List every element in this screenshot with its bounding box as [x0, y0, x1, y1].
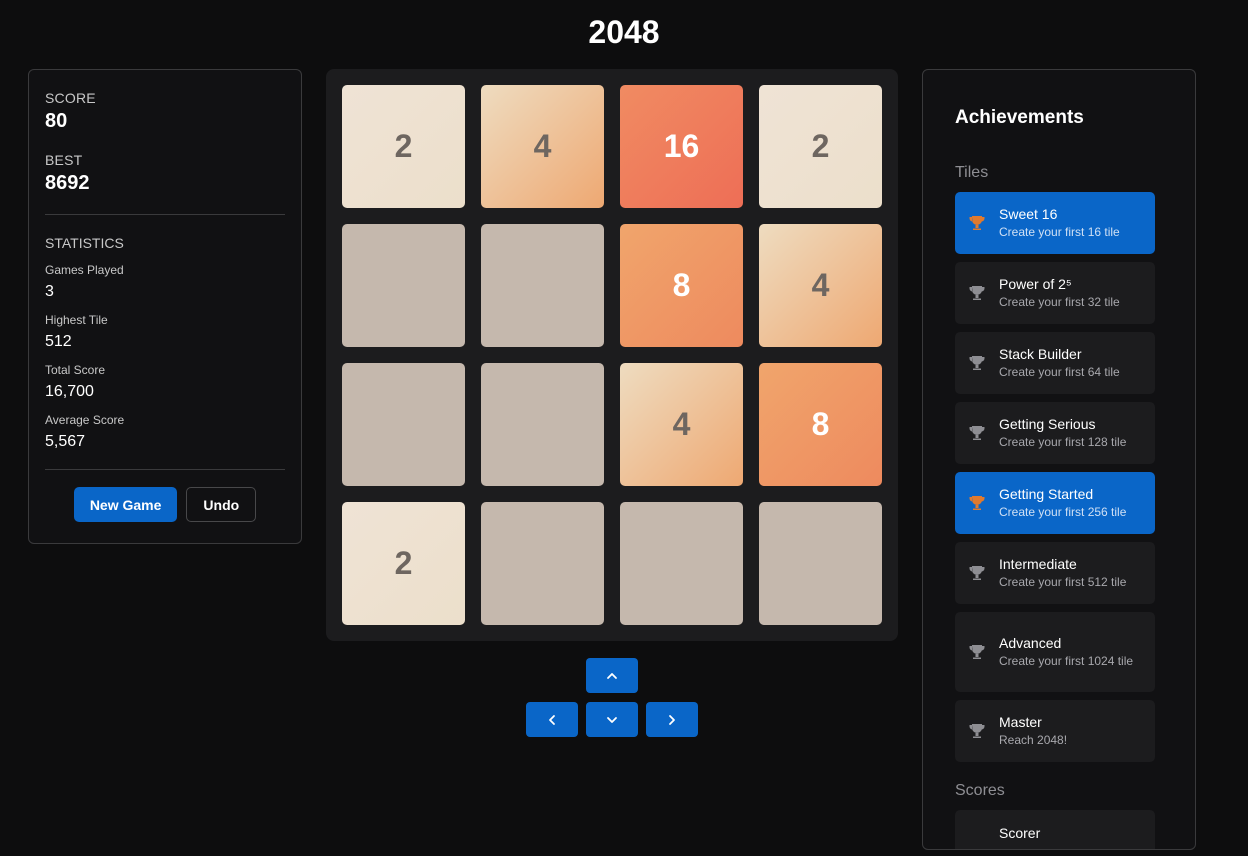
new-game-button[interactable]: New Game: [73, 487, 178, 522]
tile-4: 4: [759, 224, 882, 347]
achievements-panel[interactable]: Achievements Tiles Sweet 16 Create your …: [922, 69, 1196, 850]
tile-2: 2: [759, 85, 882, 208]
tile-16: 16: [620, 85, 743, 208]
tile-4: 4: [481, 85, 604, 208]
empty-tile: [342, 224, 465, 347]
trophy-icon: [969, 426, 985, 440]
achievement-desc: Create your first 64 tile: [999, 365, 1120, 379]
stat-value: 512: [45, 333, 72, 350]
chevron-left-icon: [549, 714, 555, 725]
move-right-button[interactable]: [646, 702, 698, 737]
achievement-desc: Reach 2048!: [999, 733, 1068, 747]
achievement-desc: Create your first 32 tile: [999, 295, 1120, 309]
achievement-desc: Create your first 16 tile: [999, 225, 1120, 239]
undo-button[interactable]: Undo: [186, 487, 257, 522]
trophy-icon: [969, 216, 985, 230]
achievement-desc: Create your first 256 tile: [999, 505, 1127, 519]
trophy-icon: [969, 645, 985, 659]
achievement-card[interactable]: Getting Serious Create your first 128 ti…: [955, 402, 1155, 464]
divider: [45, 469, 285, 470]
chevron-down-icon: [607, 716, 617, 723]
achievement-card[interactable]: Intermediate Create your first 512 tile: [955, 542, 1155, 604]
achievement-desc: Create your first 1024 tile: [999, 654, 1134, 668]
achievement-name: Getting Serious: [999, 416, 1096, 432]
stat-average-score: Average Score 5,567: [45, 413, 285, 451]
achievement-desc: Create your first 128 tile: [999, 435, 1127, 449]
move-down-button[interactable]: [586, 702, 638, 737]
trophy-icon: [969, 724, 985, 738]
achievement-name: Master: [999, 714, 1042, 730]
score-label: SCORE: [45, 90, 96, 106]
score-block: SCORE 80: [45, 90, 285, 133]
achievement-card[interactable]: Sweet 16 Create your first 16 tile: [955, 192, 1155, 254]
achievement-card[interactable]: Scorer: [955, 810, 1155, 849]
category-tiles: Tiles: [955, 164, 989, 181]
achievement-desc: Create your first 512 tile: [999, 575, 1127, 589]
move-left-button[interactable]: [526, 702, 578, 737]
trophy-icon: [969, 286, 985, 300]
tile-2: 2: [342, 85, 465, 208]
empty-tile: [759, 502, 882, 625]
stats-panel: SCORE 80 BEST 8692 STATISTICS Games Play…: [28, 69, 302, 544]
achievement-name: Intermediate: [999, 556, 1077, 572]
stat-value: 16,700: [45, 383, 94, 400]
category-scores: Scores: [955, 782, 1005, 799]
achievement-name: Stack Builder: [999, 346, 1082, 362]
best-label: BEST: [45, 152, 83, 168]
chevron-right-icon: [669, 714, 675, 725]
stat-games-played: Games Played 3: [45, 263, 285, 301]
stat-value: 5,567: [45, 433, 86, 450]
achievement-name: Scorer: [999, 825, 1041, 841]
chevron-up-icon: [607, 672, 617, 679]
empty-tile: [342, 363, 465, 486]
score-value: 80: [45, 110, 68, 132]
stat-highest-tile: Highest Tile 512: [45, 313, 285, 351]
achievements-title: Achievements: [955, 107, 1084, 128]
achievement-card[interactable]: Advanced Create your first 1024 tile: [955, 612, 1155, 692]
stat-label: Total Score: [45, 363, 106, 377]
best-value: 8692: [45, 172, 90, 194]
stat-total-score: Total Score 16,700: [45, 363, 285, 401]
statistics-title: STATISTICS: [45, 235, 124, 251]
achievement-card[interactable]: Master Reach 2048!: [955, 700, 1155, 762]
game-board: 2 4 16 2 8 4 4 8 2: [326, 69, 898, 641]
stat-value: 3: [45, 283, 54, 300]
stat-label: Highest Tile: [45, 313, 108, 327]
trophy-icon: [969, 356, 985, 370]
achievement-name: Sweet 16: [999, 206, 1058, 222]
empty-tile: [481, 363, 604, 486]
best-block: BEST 8692: [45, 152, 285, 195]
trophy-icon: [969, 566, 985, 580]
achievement-name: Power of 2⁵: [999, 276, 1072, 292]
tile-4: 4: [620, 363, 743, 486]
achievement-name: Advanced: [999, 635, 1062, 651]
trophy-icon: [969, 496, 985, 510]
achievement-card[interactable]: Stack Builder Create your first 64 tile: [955, 332, 1155, 394]
button-row: New Game Undo: [45, 487, 285, 522]
tile-2: 2: [342, 502, 465, 625]
achievement-card[interactable]: Power of 2⁵ Create your first 32 tile: [955, 262, 1155, 324]
tile-8: 8: [620, 224, 743, 347]
empty-tile: [481, 502, 604, 625]
achievement-card[interactable]: Getting Started Create your first 256 ti…: [955, 472, 1155, 534]
move-up-button[interactable]: [586, 658, 638, 693]
achievement-name: Getting Started: [999, 486, 1094, 502]
divider: [45, 214, 285, 215]
tile-8: 8: [759, 363, 882, 486]
stat-label: Average Score: [45, 413, 125, 427]
stat-label: Games Played: [45, 263, 124, 277]
game-title: 2048: [588, 14, 660, 50]
empty-tile: [620, 502, 743, 625]
empty-tile: [481, 224, 604, 347]
